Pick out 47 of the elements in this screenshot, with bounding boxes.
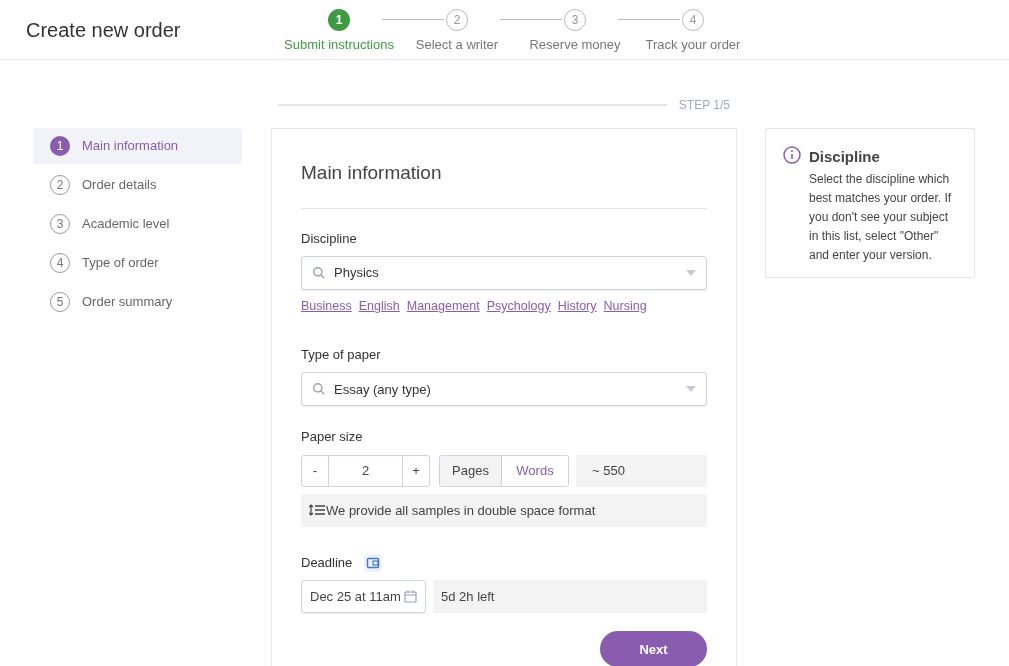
field-label: Type of paper bbox=[301, 345, 382, 364]
select-field[interactable]: Physics bbox=[301, 256, 707, 290]
select-field[interactable]: Essay (any type) bbox=[301, 372, 707, 407]
select-value: Essay (any type) bbox=[334, 380, 432, 399]
select-value: Physics bbox=[334, 264, 380, 283]
sidebar-item[interactable]: 4 Type of order bbox=[33, 245, 242, 281]
step-label: Reserve money bbox=[529, 35, 621, 54]
suggestion-link[interactable]: Management bbox=[406, 297, 480, 316]
wallet-icon[interactable] bbox=[364, 553, 383, 572]
step-label: Track your order bbox=[645, 35, 741, 54]
info-text: Select the discipline which best matches your order. If you don't see your subject in this list, select "Other" and enter your version. bbox=[809, 170, 953, 264]
note-text: We provide all samples in double space format bbox=[326, 501, 596, 520]
suggestion-link[interactable]: English bbox=[358, 297, 400, 316]
step-label: Submit instructions bbox=[284, 35, 394, 54]
suggestion-link[interactable]: Psychology bbox=[486, 297, 551, 316]
next-button[interactable]: Next bbox=[600, 631, 707, 666]
unit-toggle[interactable]: Pages bbox=[440, 455, 502, 486]
search-icon bbox=[312, 266, 326, 280]
step-number: 1 bbox=[328, 8, 350, 31]
sidebar-item[interactable]: 1 Main information bbox=[33, 128, 242, 164]
step-counter: STEP 1/5 bbox=[678, 97, 730, 114]
sidebar-item[interactable]: 2 Order details bbox=[33, 167, 242, 203]
sidebar-item[interactable]: 3 Academic level bbox=[33, 206, 242, 242]
field-label: Deadline bbox=[301, 553, 353, 572]
time-left: 5d 2h left bbox=[433, 580, 707, 614]
field-label: Paper size bbox=[301, 428, 364, 447]
caret-icon bbox=[686, 386, 696, 393]
item-number: 1 bbox=[50, 136, 70, 156]
suggestion-link[interactable]: History bbox=[557, 297, 597, 316]
page-count-stepper[interactable]: - 2 + bbox=[301, 454, 430, 487]
sidebar-item[interactable]: 5 Order summary bbox=[33, 284, 242, 320]
info-icon bbox=[783, 146, 801, 164]
date-field[interactable]: Dec 25 at 11am bbox=[301, 580, 426, 614]
step-label: Select a writer bbox=[415, 35, 499, 54]
suggestion-link[interactable]: Nursing bbox=[603, 297, 647, 316]
suggestion-link[interactable]: Business bbox=[301, 297, 352, 316]
decrement-button[interactable]: - bbox=[302, 455, 329, 486]
search-icon bbox=[312, 382, 326, 397]
caret-icon bbox=[686, 270, 696, 276]
calendar-icon bbox=[404, 590, 417, 604]
line-spacing-icon bbox=[309, 504, 325, 517]
increment-button[interactable]: + bbox=[402, 455, 429, 486]
page-title: Create new order bbox=[26, 17, 182, 43]
field-label: Discipline bbox=[301, 229, 358, 248]
form-title: Main information bbox=[301, 161, 443, 185]
info-title: Discipline bbox=[809, 147, 881, 167]
word-count: ~ 550 bbox=[576, 454, 707, 487]
